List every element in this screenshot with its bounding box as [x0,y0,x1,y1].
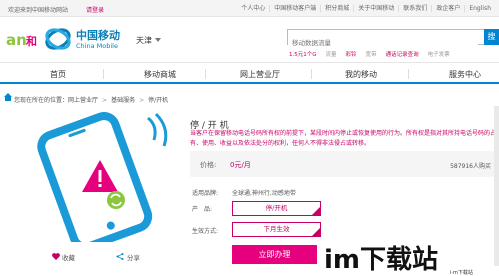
breadcrumb-item[interactable]: 基础服务 [111,97,135,104]
svg-text:an: an [6,31,27,49]
breadcrumb-text: 您现在所在的位置：网上营业厅 > 基础服务 > 停/开机 [14,95,168,104]
breadcrumb-separator: > [102,97,108,104]
site-header: an 和 中国移动 China Mobile 天津 搜索 1.5元1个G 流量 … [0,17,499,62]
breadcrumb-separator: > [139,97,145,104]
brand-name-cn: 中国移动 [76,29,120,42]
brand-value: 全球通,神州行,动感地带 [232,190,296,197]
hot-keywords: 1.5元1个G 流量 彩铃 宽带 通话记录查询 电子发票 [289,50,450,58]
heart-icon[interactable] [52,253,60,260]
home-icon [4,93,12,101]
refresh-icon [107,191,125,209]
breadcrumb-item[interactable]: 网上营业厅 [68,97,98,104]
product-option-label: 停/开机 [265,204,288,212]
hot-keyword[interactable]: 彩铃 [346,50,357,58]
nav-divider [205,69,206,79]
purchase-count: 587916人购买 [450,163,491,170]
search-box [287,29,487,50]
welcome-text: 欢迎来到中国移动网站 [8,7,69,14]
product-image [8,112,178,242]
hot-keyword[interactable]: 流量 [326,50,337,58]
selected-check-icon [312,228,320,236]
top-link-points-mall[interactable]: 积分商城 [320,5,353,12]
city-selector[interactable]: 天津 [136,35,152,46]
effect-option-label: 下月生效 [263,225,290,233]
favorite-link[interactable]: 收藏 [62,252,75,262]
effect-option-button[interactable]: 下月生效 [232,222,321,237]
top-links: 个人中心 中国移动客户端 积分商城 关于中国移动 联系我们 政企客户 Engli… [237,5,495,12]
breadcrumb-current: 停/开机 [148,97,169,104]
price-label: 价格: [200,161,217,169]
hot-keyword[interactable]: 电子发票 [428,50,450,58]
svg-text:i·m下载站: i·m下载站 [450,269,473,276]
product-option-button[interactable]: 停/开机 [232,201,321,216]
breadcrumb-prefix: 您现在所在的位置： [14,97,69,104]
svg-text:和: 和 [26,34,37,48]
nav-item-mall[interactable]: 移动商城 [144,69,176,80]
price-panel: 价格: 0元/月 587916人购买 [190,151,499,177]
top-bar: 欢迎来到中国移动网站 请登录 个人中心 中国移动客户端 积分商城 关于中国移动 … [0,0,499,17]
search-input[interactable] [288,36,478,50]
search-button[interactable]: 搜索 [484,29,499,45]
top-link-about[interactable]: 关于中国移动 [353,5,398,12]
hot-keyword[interactable]: 1.5元1个G [289,50,317,58]
top-link-client[interactable]: 中国移动客户端 [269,5,320,12]
main-nav: 首页 移动商城 网上营业厅 我的移动 服务中心 [0,62,499,84]
top-link-contact[interactable]: 联系我们 [398,5,431,12]
top-link-personal-center[interactable]: 个人中心 [237,5,269,12]
nav-item-online-hall[interactable]: 网上营业厅 [240,69,280,80]
breadcrumb: 您现在所在的位置：网上营业厅 > 基础服务 > 停/开机 [0,90,499,106]
share-icon[interactable] [116,253,124,260]
apply-now-button[interactable]: 立即办理 [232,245,317,264]
hot-keyword[interactable]: 宽带 [366,50,377,58]
brand-name-en: China Mobile [76,42,118,50]
china-mobile-logo-icon[interactable] [44,25,72,53]
nav-item-service-center[interactable]: 服务中心 [449,69,481,80]
nav-divider [103,69,104,79]
svg-text:im下载站: im下载站 [324,245,438,275]
share-link[interactable]: 分享 [127,252,140,262]
selected-check-icon [312,207,320,215]
chevron-down-icon[interactable] [155,38,161,42]
nav-divider [311,69,312,79]
price-value: 0元/月 [230,161,251,169]
product-label: 产 品: [192,206,213,213]
login-link[interactable]: 请登录 [86,5,104,14]
product-description: 当客户在保留移动电话号码所有权的前提下，某段时间内停止或恢复使用的行为。所有权是… [190,130,497,147]
hot-keyword[interactable]: 通话记录查询 [386,50,419,58]
top-link-english[interactable]: English [464,5,495,12]
effect-label: 生效方式: [192,228,219,235]
nav-divider [408,69,409,79]
nav-item-home[interactable]: 首页 [50,69,66,80]
nav-item-my-mobile[interactable]: 我的移动 [345,69,377,80]
brand-label: 适用品牌: [192,190,219,197]
top-link-enterprise[interactable]: 政企客户 [431,5,464,12]
watermark-logo: im下载站 i·m下载站 [324,245,473,276]
and-logo-icon[interactable]: an 和 [6,26,38,52]
